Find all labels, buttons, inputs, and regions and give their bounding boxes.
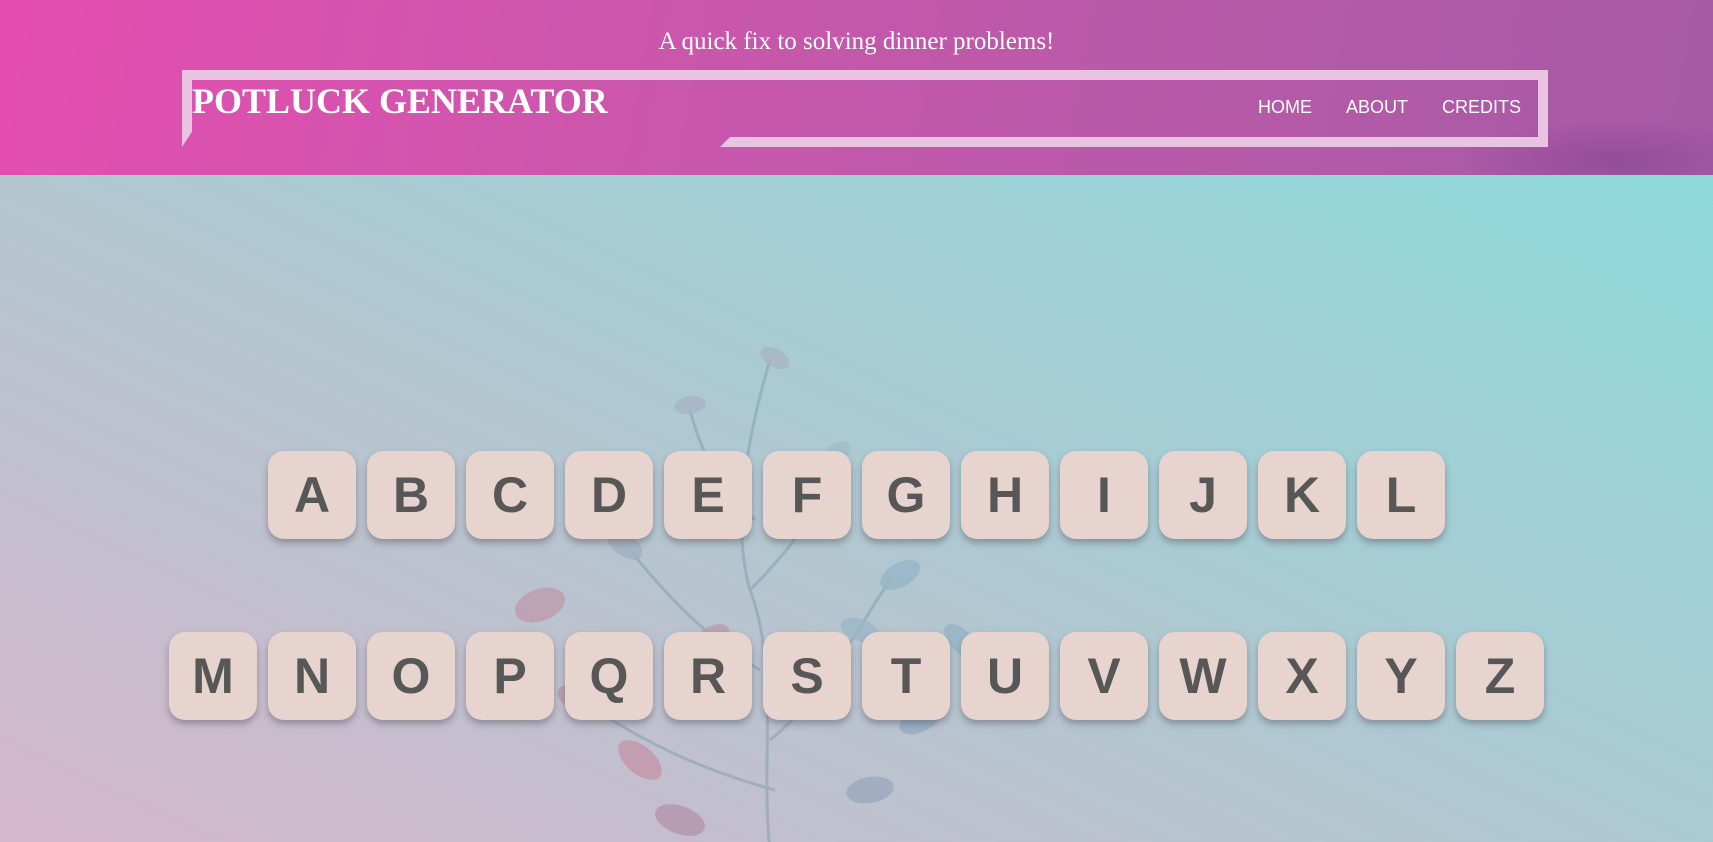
letter-button-r[interactable]: R xyxy=(664,632,752,720)
letter-button-q[interactable]: Q xyxy=(565,632,653,720)
letter-button-v[interactable]: V xyxy=(1060,632,1148,720)
letter-button-m[interactable]: M xyxy=(169,632,257,720)
letter-button-y[interactable]: Y xyxy=(1357,632,1445,720)
letter-button-d[interactable]: D xyxy=(565,451,653,539)
letter-row-m-z: M N O P Q R S T U V W X Y Z xyxy=(0,632,1713,720)
letter-button-p[interactable]: P xyxy=(466,632,554,720)
letter-button-b[interactable]: B xyxy=(367,451,455,539)
letter-button-z[interactable]: Z xyxy=(1456,632,1544,720)
letter-button-f[interactable]: F xyxy=(763,451,851,539)
letter-button-e[interactable]: E xyxy=(664,451,752,539)
letter-picker: A B C D E F G H I J K L M N O P Q R S T … xyxy=(0,0,1713,842)
letter-button-o[interactable]: O xyxy=(367,632,455,720)
letter-button-w[interactable]: W xyxy=(1159,632,1247,720)
letter-button-l[interactable]: L xyxy=(1357,451,1445,539)
letter-button-u[interactable]: U xyxy=(961,632,1049,720)
letter-button-j[interactable]: J xyxy=(1159,451,1247,539)
letter-button-n[interactable]: N xyxy=(268,632,356,720)
letter-button-a[interactable]: A xyxy=(268,451,356,539)
letter-button-g[interactable]: G xyxy=(862,451,950,539)
letter-row-a-l: A B C D E F G H I J K L xyxy=(0,451,1713,539)
letter-button-h[interactable]: H xyxy=(961,451,1049,539)
letter-button-k[interactable]: K xyxy=(1258,451,1346,539)
letter-button-t[interactable]: T xyxy=(862,632,950,720)
letter-button-s[interactable]: S xyxy=(763,632,851,720)
letter-button-c[interactable]: C xyxy=(466,451,554,539)
letter-button-x[interactable]: X xyxy=(1258,632,1346,720)
letter-button-i[interactable]: I xyxy=(1060,451,1148,539)
